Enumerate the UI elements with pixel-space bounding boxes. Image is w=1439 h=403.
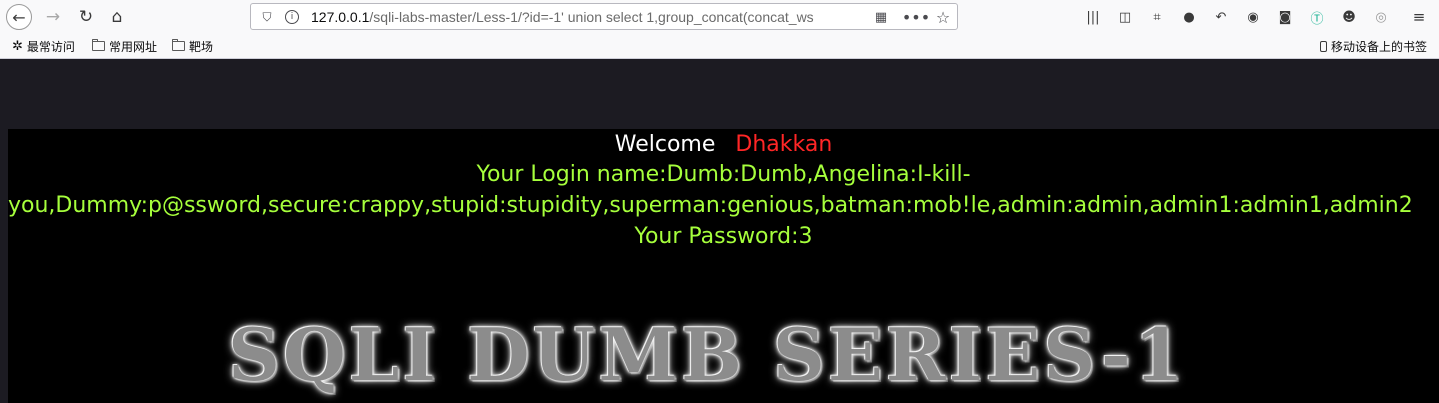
welcome-name: Dhakkan	[735, 132, 833, 157]
home-icon: ⌂	[111, 7, 123, 27]
forward-button[interactable]: →	[40, 4, 66, 30]
back-button[interactable]: ←	[6, 4, 32, 30]
phone-icon	[1320, 40, 1327, 52]
welcome-label: Welcome	[614, 132, 716, 157]
ninja-icon[interactable]: ☻	[1340, 8, 1358, 26]
browser-toolbar: ← → ↻ ⌂ ⛉ i 127.0.0.1/sqli-labs-master/L…	[0, 0, 1439, 34]
arrow-right-icon: →	[45, 7, 61, 27]
series-banner: SQLI DUMB SERIES-1	[228, 312, 1187, 397]
account-icon[interactable]: ◉	[1244, 8, 1262, 26]
arrow-left-icon: ←	[12, 7, 26, 27]
sync-icon[interactable]: ◙	[1276, 8, 1294, 26]
qr-code-icon[interactable]: ▦	[873, 9, 889, 25]
reload-button[interactable]: ↻	[73, 4, 99, 30]
password-line: Your Password:3	[634, 224, 813, 249]
home-button[interactable]: ⌂	[104, 4, 130, 30]
bookmark-label: 最常访问	[26, 39, 75, 54]
translate-icon[interactable]: Ⓣ	[1308, 8, 1326, 27]
folder-icon	[172, 39, 185, 51]
info-icon[interactable]: i	[285, 10, 299, 24]
login-name-continued: you,Dummy:p@ssword,secure:crappy,stupid:…	[8, 193, 1413, 218]
url-text[interactable]: 127.0.0.1/sqli-labs-master/Less-1/?id=-1…	[311, 8, 866, 26]
mobile-bookmarks[interactable]: 移动设备上的书签	[1320, 37, 1427, 55]
bookmark-common-sites[interactable]: 常用网址	[92, 37, 157, 55]
reload-icon: ↻	[78, 7, 94, 27]
circle-icon[interactable]: ◎	[1372, 8, 1390, 26]
folder-icon	[92, 39, 105, 51]
page-content: Welcome Dhakkan Your Login name:Dumb:Dumb…	[8, 129, 1439, 403]
library-icon[interactable]: |||	[1084, 8, 1102, 26]
welcome-line: Welcome Dhakkan	[8, 130, 1439, 160]
shield-icon[interactable]: ⛉	[259, 9, 275, 25]
bookmark-label: 靶场	[189, 39, 214, 54]
undo-icon[interactable]: ↶	[1212, 8, 1230, 26]
more-actions-icon[interactable]: •••	[902, 8, 930, 27]
bookmarks-toolbar	[0, 34, 1439, 59]
menu-icon[interactable]: ≡	[1410, 8, 1428, 26]
reader-view-icon[interactable]: ◫	[1116, 8, 1134, 26]
mobile-bookmarks-label: 移动设备上的书签	[1331, 39, 1428, 54]
chat-icon[interactable]: ●	[1180, 8, 1198, 26]
bookmark-range[interactable]: 靶场	[172, 37, 213, 55]
bookmark-most-visited[interactable]: ✲ 最常访问	[12, 37, 75, 55]
login-name-line: Your Login name:Dumb:Dumb,Angelina:I-kil…	[476, 162, 971, 187]
address-bar[interactable]: ⛉ i 127.0.0.1/sqli-labs-master/Less-1/?i…	[250, 3, 958, 30]
gear-icon: ✲	[12, 38, 23, 53]
bookmark-star-icon[interactable]: ☆	[935, 8, 951, 27]
bookmark-label: 常用网址	[109, 39, 158, 54]
screenshot-icon[interactable]: ⌗	[1148, 8, 1166, 26]
